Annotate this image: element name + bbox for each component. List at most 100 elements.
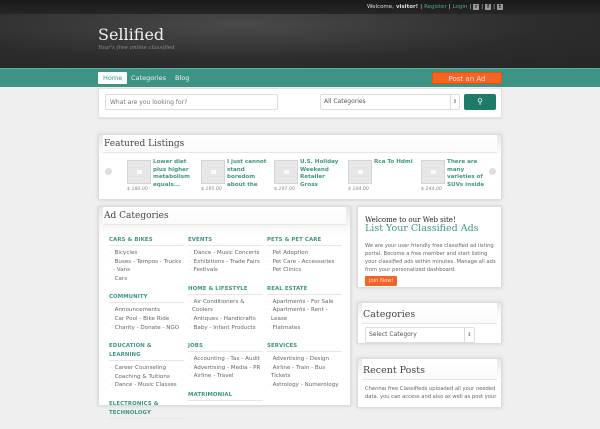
category-heading[interactable]: SERVICES <box>267 342 342 353</box>
featured-item[interactable]: $ 180.00 Lower diet plus higher metaboli… <box>127 159 199 195</box>
listing-price: $ 244.00 <box>421 187 442 192</box>
category-heading[interactable]: EDUCATION & LEARNING <box>109 342 184 362</box>
subcategory-link[interactable]: Apartments - Rent - Lease <box>267 306 342 323</box>
category-heading[interactable]: EVENTS <box>188 236 263 246</box>
nav-blog[interactable]: Blog <box>170 72 194 84</box>
category-heading[interactable]: REAL ESTATE <box>267 285 342 295</box>
listing-price: $ 180.00 <box>127 187 148 192</box>
listing-title[interactable]: U.S. Holiday Weekend Retailer Gross <box>300 159 342 193</box>
category-group: ELECTRONICS & TECHNOLOGY <box>109 400 184 419</box>
subcategory-link[interactable]: Festivals <box>188 266 263 275</box>
search-icon: ⚲ <box>477 97 483 106</box>
listing-thumbnail[interactable] <box>201 160 225 184</box>
subcategory-link[interactable]: Flatmates <box>267 324 342 333</box>
category-group: REAL ESTATE Apartments - For SaleApartmen… <box>267 285 342 332</box>
separator: | <box>420 4 423 10</box>
listing-title[interactable]: Rca To Hdmi <box>374 159 416 193</box>
listing-title[interactable]: Lower diet plus higher metabolism equals… <box>153 159 195 193</box>
subcategory-link[interactable]: Career Counseling <box>109 364 184 373</box>
subcategory-link[interactable]: Airline - Travel <box>188 372 263 381</box>
subcategory-link[interactable]: Air Conditioners & Coolers <box>188 298 263 315</box>
listing-thumbnail[interactable] <box>348 160 372 184</box>
join-now-button[interactable]: Join Now! <box>365 276 398 286</box>
post-ad-button[interactable]: Post an Ad <box>432 72 502 84</box>
subcategory-link[interactable]: Charity - Donate - NGO <box>109 324 184 333</box>
listing-thumbnail[interactable] <box>127 160 151 184</box>
subcategory-link[interactable]: Pet Clinics <box>267 266 342 275</box>
separator: | <box>469 4 472 10</box>
twitter-icon[interactable]: t <box>497 4 503 10</box>
category-group: COMMUNITY AnnouncementsCar Pool - Bike Ri… <box>109 293 184 332</box>
category-heading[interactable]: HOME & LIFESTYLE <box>188 285 263 295</box>
subcategory-link[interactable]: Cars <box>109 275 184 284</box>
separator: | <box>481 4 484 10</box>
listing-title[interactable]: I just cannot stand boredom about the <box>227 159 269 193</box>
category-heading[interactable]: PETS & PET CARE <box>267 236 342 246</box>
register-link[interactable]: Register <box>424 4 447 10</box>
subcategory-link[interactable]: Coaching & Tuitions <box>109 373 184 382</box>
select-category-value: Select Category <box>369 331 417 338</box>
subcategory-link[interactable]: Buses - Tempos - Trucks - Vans <box>109 258 184 275</box>
category-group: PETS & PET CARE Pet AdoptionPet Care - Ac… <box>267 236 342 275</box>
featured-item[interactable]: $ 197.00 U.S. Holiday Weekend Retailer G… <box>274 159 346 195</box>
nav-categories[interactable]: Categories <box>126 72 171 84</box>
categories-widget: Categories Select Category ⇕ <box>357 302 502 344</box>
category-group: EVENTS Dance - Music ConcertsExhibitions … <box>188 236 263 275</box>
subcategory-link[interactable]: Advertising - Media - PR <box>188 364 263 373</box>
category-select-value: All Categories <box>324 98 366 105</box>
welcome-title: List Your Classified Ads <box>365 223 479 234</box>
welcome-widget: Welcome to our Web site! List Your Class… <box>357 206 502 288</box>
category-select[interactable]: All Categories ⇕ <box>320 94 460 110</box>
subcategory-link[interactable]: Dance - Music Classes <box>109 381 184 390</box>
subcategory-link[interactable]: Advertising - Design <box>267 355 342 364</box>
nav-home[interactable]: Home <box>98 72 128 84</box>
select-category-dropdown[interactable]: Select Category ⇕ <box>365 327 475 343</box>
rss-icon[interactable]: r <box>473 4 480 10</box>
featured-item[interactable]: $ 244.00 There are many varieties of SUV… <box>421 159 493 195</box>
subcategory-link[interactable]: Pet Adoption <box>267 249 342 258</box>
subcategory-link[interactable]: Dance - Music Concerts <box>188 249 263 258</box>
subcategory-link[interactable]: Accounting - Tax - Audit <box>188 355 263 364</box>
recent-post-excerpt: Chennai free Classifieds uploaded all yo… <box>365 386 497 400</box>
search-button[interactable]: ⚲ <box>464 94 496 110</box>
category-heading[interactable]: JOBS <box>188 342 263 353</box>
featured-item[interactable]: $ 195.00 I just cannot stand boredom abo… <box>201 159 273 195</box>
category-group: HOME & LIFESTYLE Air Conditioners & Coole… <box>188 285 263 332</box>
search-input[interactable] <box>105 94 278 110</box>
subcategory-link[interactable]: Pet Care - Accessories <box>267 258 342 267</box>
subcategory-link[interactable]: Car Pool - Bike Ride <box>109 315 184 324</box>
site-logo[interactable]: Sellified <box>98 25 164 44</box>
carousel-prev-icon[interactable]: ‹ <box>105 168 112 175</box>
featured-title: Featured Listings <box>103 135 497 153</box>
listing-thumbnail[interactable] <box>421 160 445 184</box>
subcategory-link[interactable]: Apartments - For Sale <box>267 298 342 307</box>
subcategory-link[interactable]: Baby - Infant Products <box>188 324 263 333</box>
subcategory-link[interactable]: Antiques - Handicrafts <box>188 315 263 324</box>
subcategory-link[interactable]: Announcements <box>109 306 184 315</box>
category-group: CARS & BIKES BicyclesBuses - Tempos - Tru… <box>109 236 184 283</box>
category-heading[interactable]: CARS & BIKES <box>109 236 184 246</box>
categories-widget-title: Categories <box>362 303 497 324</box>
login-link[interactable]: Login <box>453 4 468 10</box>
featured-listings: Featured Listings ‹ › $ 180.00 Lower die… <box>98 134 502 200</box>
listing-thumbnail[interactable] <box>274 160 298 184</box>
listing-price: $ 197.00 <box>274 187 295 192</box>
site-tagline: Your's free online classified <box>98 45 175 51</box>
subcategory-link[interactable]: Airline - Train - Bus Tickets <box>267 364 342 381</box>
recent-posts-title: Recent Posts <box>362 359 497 380</box>
facebook-icon[interactable]: f <box>485 4 492 10</box>
featured-item[interactable]: $ 104.00 Rca To Hdmi <box>348 159 420 195</box>
search-panel: All Categories ⇕ ⚲ <box>98 88 502 118</box>
select-arrows-icon: ⇕ <box>464 328 474 342</box>
listing-title[interactable]: There are many varieties of SUVs inside <box>447 159 489 193</box>
category-heading[interactable]: ELECTRONICS & TECHNOLOGY <box>109 400 184 419</box>
subcategory-link[interactable]: Astrology - Numerology <box>267 381 342 390</box>
category-heading[interactable]: MATRIMONIAL <box>188 391 263 401</box>
welcome-text: Welcome, <box>367 4 394 10</box>
category-group: SERVICES Advertising - DesignAirline - Tr… <box>267 342 342 389</box>
ad-categories: Ad Categories CARS & BIKES BicyclesBuses … <box>98 206 351 419</box>
listing-price: $ 104.00 <box>348 187 369 192</box>
category-heading[interactable]: COMMUNITY <box>109 293 184 304</box>
subcategory-link[interactable]: Exhibitions - Trade Fairs <box>188 258 263 267</box>
subcategory-link[interactable]: Bicycles <box>109 249 184 258</box>
